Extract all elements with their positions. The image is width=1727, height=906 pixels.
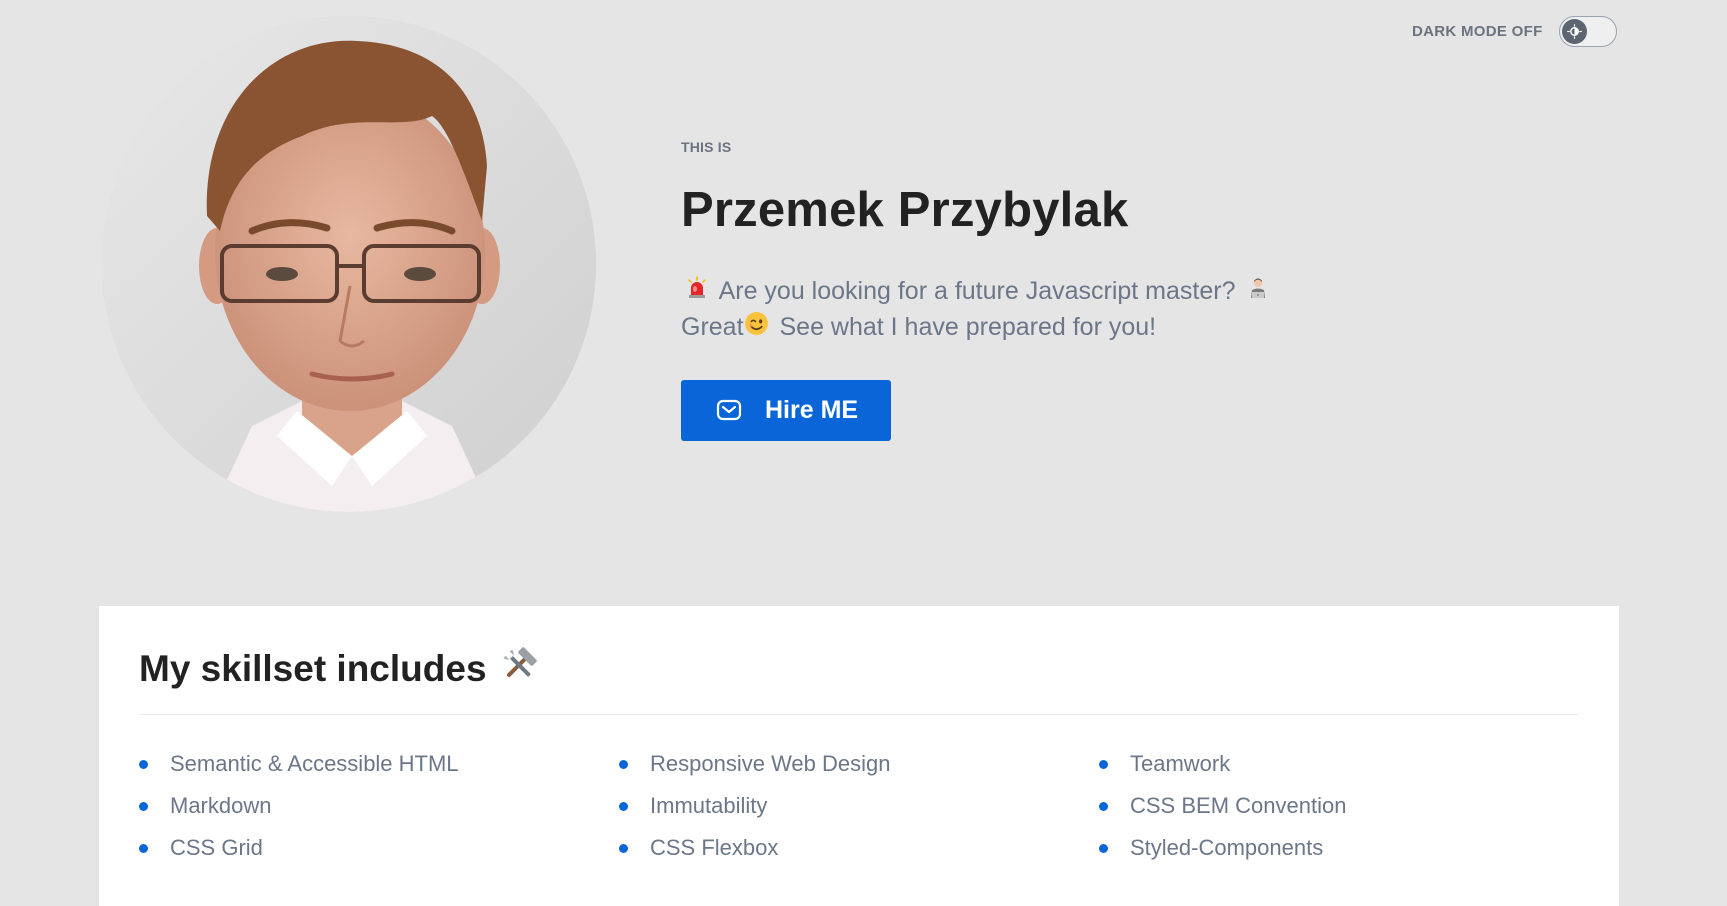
profile-photo [102, 16, 596, 512]
skills-list: Semantic & Accessible HTML Responsive We… [139, 750, 1579, 862]
skill-label: CSS Grid [170, 835, 263, 860]
hero-intro: Are you looking for a future Javascript … [681, 274, 1321, 346]
list-item: CSS BEM Convention [1099, 792, 1579, 820]
skill-label: Immutability [650, 793, 768, 818]
bullet [139, 801, 148, 811]
sun-icon [1566, 24, 1582, 39]
skill-label: Teamwork [1130, 751, 1231, 776]
intro-line-2-end: See what I have prepared for you! [779, 312, 1157, 341]
hire-me-button[interactable]: Hire ME [681, 379, 892, 441]
bullet [1099, 759, 1108, 769]
list-item: Styled-Components [1099, 834, 1579, 862]
intro-line-2-start: Great [681, 312, 744, 341]
hero-section: THIS IS Przemek Przybylak Are you lookin… [681, 139, 1381, 441]
switch-knob [1561, 19, 1587, 44]
bullet [619, 843, 628, 853]
list-item: Responsive Web Design [619, 750, 1099, 778]
skill-label: Semantic & Accessible HTML [170, 751, 459, 776]
list-item: Markdown [139, 792, 619, 820]
bullet [619, 759, 628, 769]
list-item: Immutability [619, 792, 1099, 820]
skills-section: My skillset includes Semantic & Accessib… [99, 606, 1619, 906]
dark-mode-toggle: DARK MODE OFF [1412, 16, 1617, 47]
dark-mode-switch[interactable] [1558, 16, 1617, 47]
hero-eyebrow: THIS IS [681, 139, 732, 155]
skills-title: My skillset includes [139, 646, 1579, 692]
list-item: CSS Flexbox [619, 834, 1099, 862]
skill-label: Styled-Components [1130, 835, 1324, 860]
skill-label: Markdown [170, 793, 272, 818]
skills-title-text: My skillset includes [139, 648, 487, 689]
dark-mode-label: DARK MODE OFF [1412, 23, 1543, 40]
skills-divider [139, 714, 1579, 715]
hire-me-label: Hire ME [765, 395, 859, 424]
profile-portrait-illustration [102, 16, 596, 512]
list-item: Semantic & Accessible HTML [139, 750, 619, 778]
bullet [1099, 843, 1108, 853]
envelope-icon [716, 399, 742, 421]
bullet [139, 843, 148, 853]
list-item: CSS Grid [139, 834, 619, 862]
skill-label: CSS BEM Convention [1130, 793, 1347, 818]
hammer-and-wrench-emoji [499, 645, 539, 694]
hero-name: Przemek Przybylak [681, 183, 1129, 237]
bullet [139, 759, 148, 769]
bullet [1099, 801, 1108, 811]
bullet [619, 801, 628, 811]
police-light-emoji [685, 275, 709, 310]
winking-face-emoji [744, 311, 769, 346]
skill-label: Responsive Web Design [650, 751, 891, 776]
technologist-emoji [1246, 275, 1270, 310]
list-item: Teamwork [1099, 750, 1579, 778]
intro-line-1: Are you looking for a future Javascript … [718, 276, 1236, 305]
skill-label: CSS Flexbox [650, 835, 779, 860]
